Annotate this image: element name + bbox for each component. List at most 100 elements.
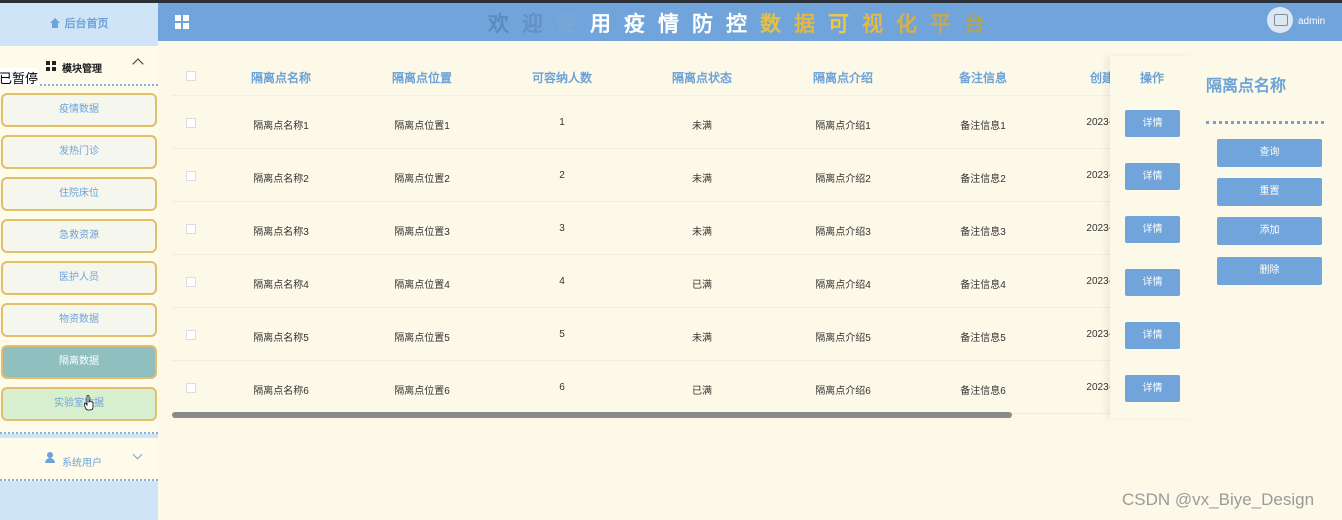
- sidebar-item-lab-data[interactable]: 实验室数据: [1, 387, 157, 421]
- horizontal-scrollbar[interactable]: [172, 412, 1012, 418]
- title-char: 使: [556, 13, 590, 36]
- title-char: 控: [726, 13, 760, 36]
- row-checkbox[interactable]: [186, 224, 196, 234]
- sidebar-group-system-users[interactable]: 系统用户: [0, 438, 158, 481]
- module-management-label: 模块管理: [62, 64, 102, 75]
- sidebar-item-label: 医护人员: [59, 272, 99, 283]
- sidebar-item-isolation-data[interactable]: 隔离数据: [1, 345, 157, 379]
- table-cell: 未满: [692, 174, 712, 185]
- row-checkbox[interactable]: [186, 118, 196, 128]
- column-header[interactable]: 隔离点名称: [251, 69, 311, 86]
- sidebar-item-emergency-resources[interactable]: 急救资源: [1, 219, 157, 253]
- grid-icon: [46, 61, 56, 71]
- table-row[interactable]: 隔离点名称1 隔离点位置1 1 未满 隔离点介绍1 备注信息1 2023-0: [172, 96, 1110, 149]
- column-header[interactable]: 隔离点介绍: [813, 69, 873, 86]
- sidebar-home-link[interactable]: 后台首页: [0, 3, 158, 43]
- paused-tooltip: 已暂停: [0, 68, 40, 87]
- detail-button[interactable]: 详情: [1125, 163, 1180, 190]
- table-cell: 隔离点位置6: [394, 386, 450, 397]
- table-cell: 5: [559, 329, 565, 340]
- table-cell: 隔离点位置1: [394, 121, 450, 132]
- detail-button[interactable]: 详情: [1125, 110, 1180, 137]
- column-header[interactable]: 隔离点位置: [392, 69, 452, 86]
- add-button[interactable]: 添加: [1217, 217, 1322, 245]
- top-header: 欢迎使用疫情防控数据可视化平台 admin: [158, 3, 1342, 41]
- table-cell: 2023-0: [1086, 382, 1110, 393]
- table-cell: 备注信息5: [960, 333, 1006, 344]
- isolation-table: 隔离点名称 隔离点位置 可容纳人数 隔离点状态 隔离点介绍 备注信息 创建 隔离…: [172, 56, 1110, 418]
- system-users-label: 系统用户: [62, 458, 102, 469]
- table-cell: 备注信息2: [960, 174, 1006, 185]
- sidebar-item-epidemic-data[interactable]: 疫情数据: [1, 93, 157, 127]
- detail-button[interactable]: 详情: [1125, 375, 1180, 402]
- table-cell: 隔离点位置3: [394, 227, 450, 238]
- table-cell: 2023-0: [1086, 170, 1110, 181]
- query-button[interactable]: 查询: [1217, 139, 1322, 167]
- table-cell: 隔离点名称5: [253, 333, 309, 344]
- sidebar-item-fever-clinic[interactable]: 发热门诊: [1, 135, 157, 169]
- table-cell: 2023-0: [1086, 276, 1110, 287]
- detail-button[interactable]: 详情: [1125, 216, 1180, 243]
- chevron-down-icon[interactable]: [132, 449, 143, 460]
- reset-button[interactable]: 重置: [1217, 178, 1322, 206]
- search-panel: 隔离点名称 查询 重置 添加 删除: [1196, 56, 1342, 306]
- title-char: 欢: [488, 13, 522, 36]
- table-cell: 未满: [692, 227, 712, 238]
- title-char: 用: [590, 13, 624, 36]
- chevron-up-icon[interactable]: [132, 58, 144, 70]
- title-char: 据: [794, 13, 828, 36]
- table-cell: 6: [559, 382, 565, 393]
- watermark: CSDN @vx_Biye_Design: [1122, 490, 1315, 509]
- row-checkbox[interactable]: [186, 277, 196, 287]
- table-cell: 未满: [692, 333, 712, 344]
- table-cell: 隔离点名称1: [253, 121, 309, 132]
- table-cell: 备注信息6: [960, 386, 1006, 397]
- detail-button[interactable]: 详情: [1125, 322, 1180, 349]
- operations-column: 操作 详情 详情 详情 详情 详情 详情: [1110, 56, 1194, 418]
- table-cell: 2023-0: [1086, 117, 1110, 128]
- table-row[interactable]: 隔离点名称3 隔离点位置3 3 未满 隔离点介绍3 备注信息3 2023-0: [172, 202, 1110, 255]
- table-cell: 已满: [692, 386, 712, 397]
- sidebar-home-label: 后台首页: [64, 18, 109, 30]
- column-header[interactable]: 创建: [1090, 69, 1110, 86]
- table-row[interactable]: 隔离点名称2 隔离点位置2 2 未满 隔离点介绍2 备注信息2 2023-0: [172, 149, 1110, 202]
- table-row[interactable]: 隔离点名称4 隔离点位置4 4 已满 隔离点介绍4 备注信息4 2023-0: [172, 255, 1110, 308]
- row-checkbox[interactable]: [186, 383, 196, 393]
- title-char: 防: [692, 13, 726, 36]
- column-header[interactable]: 备注信息: [959, 69, 1007, 86]
- table-cell: 3: [559, 223, 565, 234]
- row-checkbox[interactable]: [186, 330, 196, 340]
- sidebar-item-supplies-data[interactable]: 物资数据: [1, 303, 157, 337]
- delete-button[interactable]: 删除: [1217, 257, 1322, 285]
- table-cell: 2: [559, 170, 565, 181]
- table-cell: 隔离点位置2: [394, 174, 450, 185]
- sidebar-group-module-management[interactable]: 模块管理 已暂停: [0, 46, 158, 87]
- table-cell: 隔离点名称2: [253, 174, 309, 185]
- table-cell: 隔离点介绍3: [815, 227, 871, 238]
- home-icon: [49, 18, 60, 28]
- table-cell: 4: [559, 276, 565, 287]
- table-row[interactable]: 隔离点名称6 隔离点位置6 6 已满 隔离点介绍6 备注信息6 2023-0: [172, 361, 1110, 414]
- dotted-divider: [1206, 121, 1324, 124]
- row-checkbox[interactable]: [186, 171, 196, 181]
- column-header[interactable]: 隔离点状态: [672, 69, 732, 86]
- sidebar-item-medical-staff[interactable]: 医护人员: [1, 261, 157, 295]
- select-all-checkbox[interactable]: [186, 71, 196, 81]
- table-cell: 隔离点位置5: [394, 333, 450, 344]
- column-header[interactable]: 可容纳人数: [532, 69, 592, 86]
- title-char: 可: [828, 13, 862, 36]
- avatar[interactable]: [1267, 7, 1293, 33]
- username[interactable]: admin: [1298, 16, 1325, 27]
- table-cell: 隔离点介绍6: [815, 386, 871, 397]
- title-char: 视: [862, 13, 896, 36]
- sidebar-item-hospital-beds[interactable]: 住院床位: [1, 177, 157, 211]
- table-cell: 1: [559, 117, 565, 128]
- title-char: 疫: [624, 13, 658, 36]
- menu-toggle-icon[interactable]: [175, 15, 189, 29]
- title-char: 情: [658, 13, 692, 36]
- sidebar-item-label: 实验室数据: [54, 398, 104, 409]
- table-row[interactable]: 隔离点名称5 隔离点位置5 5 未满 隔离点介绍5 备注信息5 2023-0: [172, 308, 1110, 361]
- title-char: 平: [930, 13, 964, 36]
- sidebar-item-label: 疫情数据: [59, 104, 99, 115]
- detail-button[interactable]: 详情: [1125, 269, 1180, 296]
